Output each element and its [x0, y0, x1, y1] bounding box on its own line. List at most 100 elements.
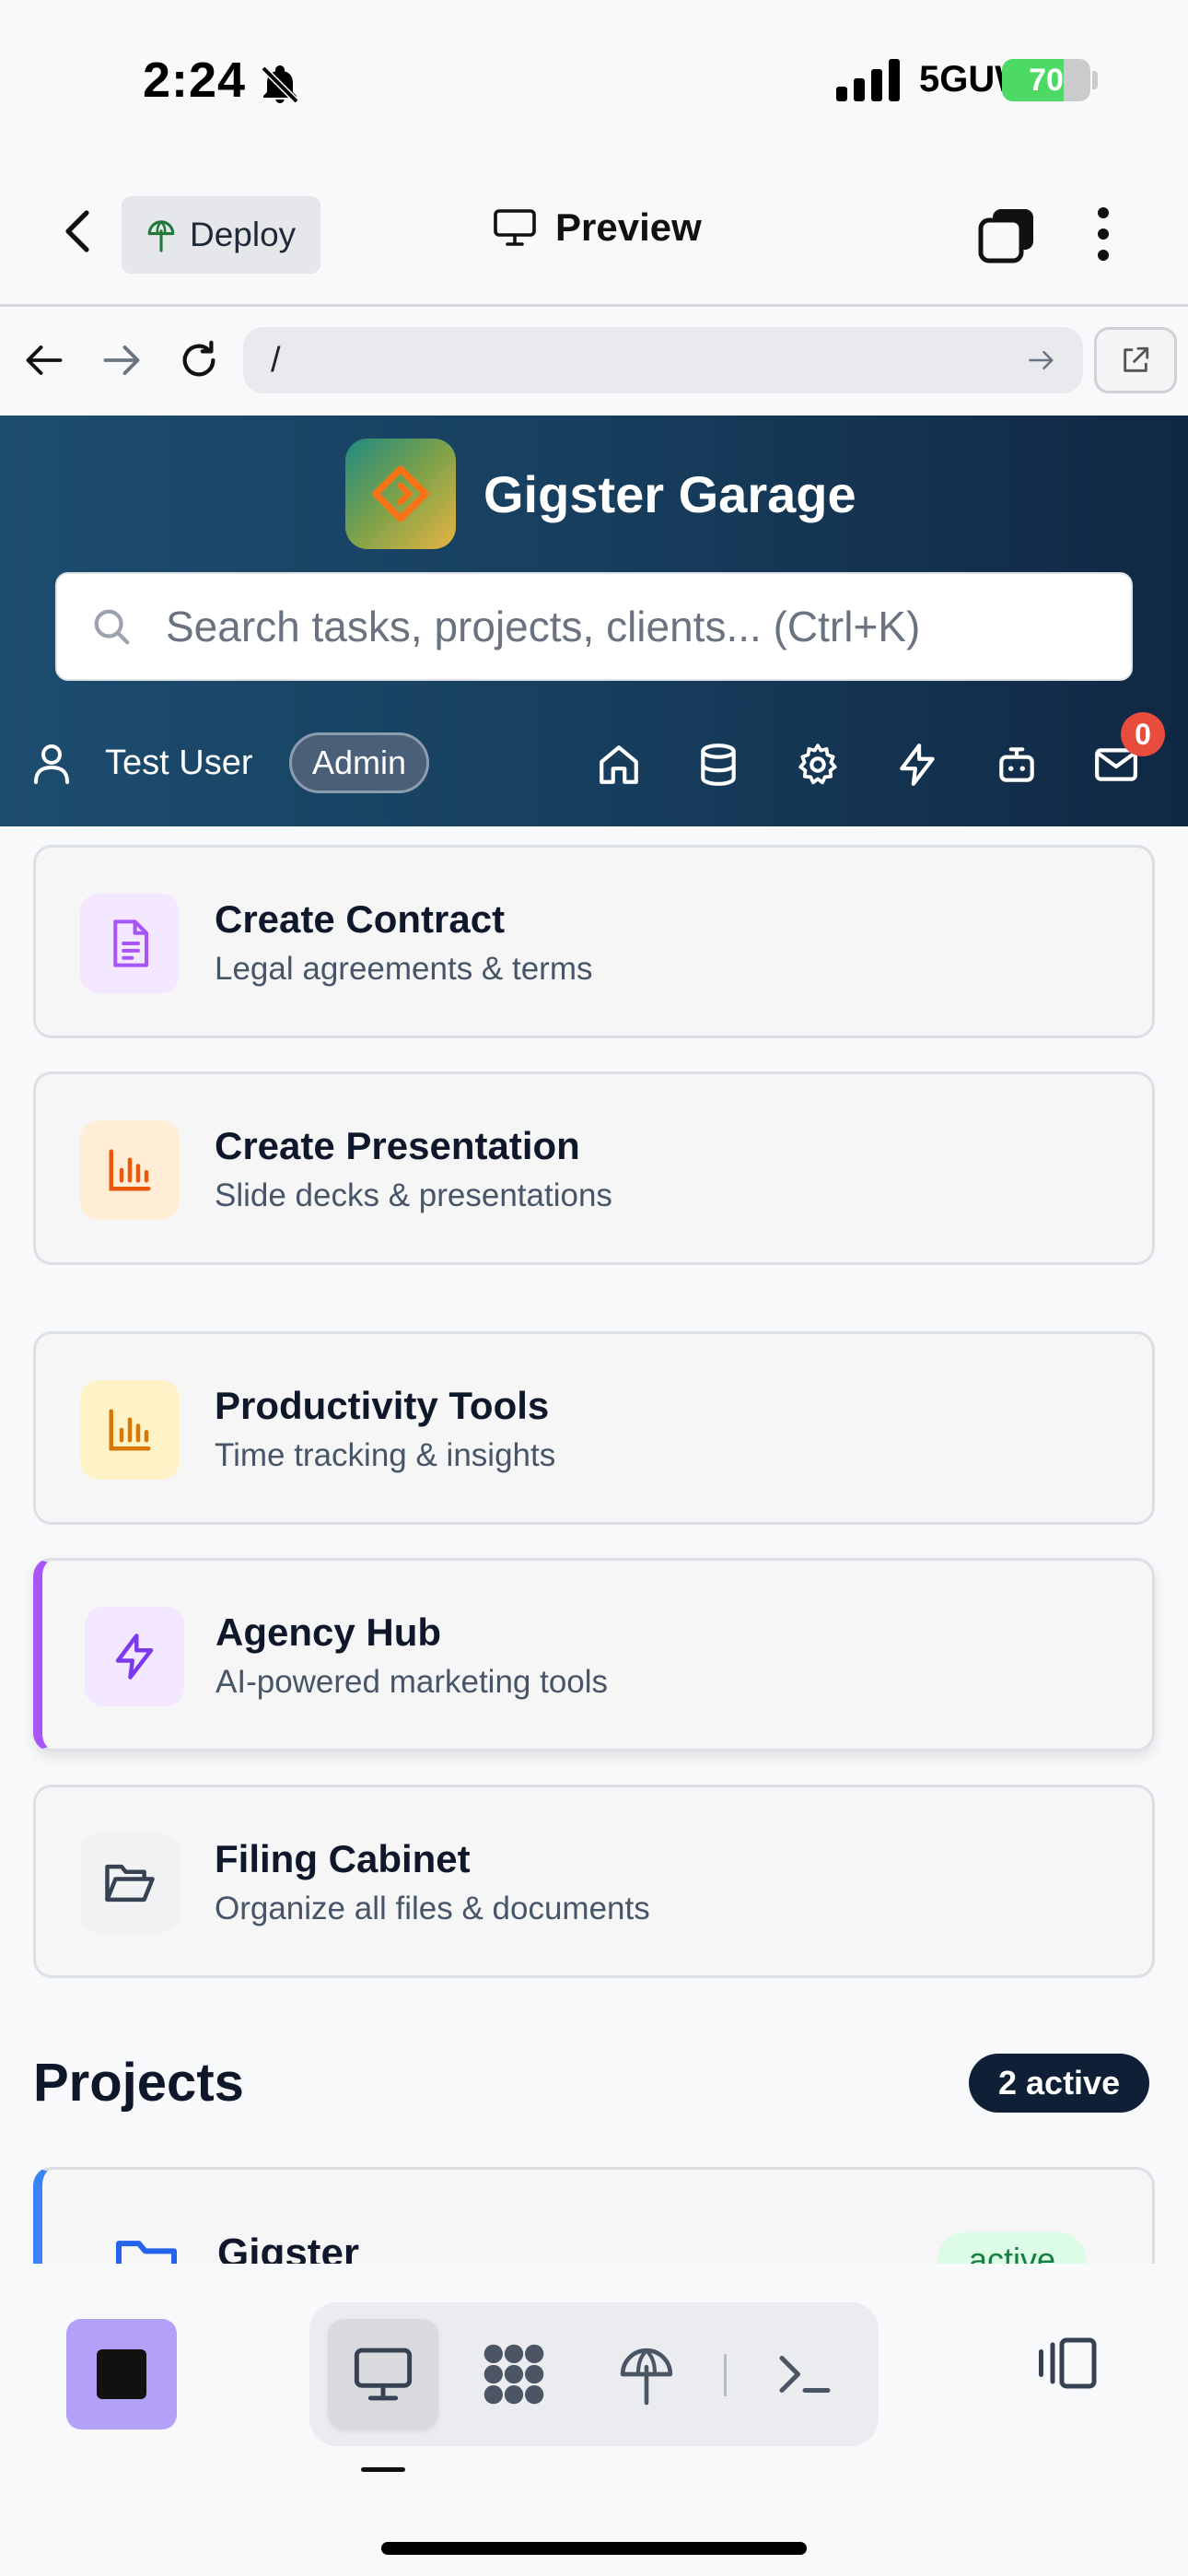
logo-diamond-icon [372, 465, 429, 522]
user-row: Test User Admin 0 [0, 712, 1188, 806]
brand[interactable]: Gigster Garage [345, 439, 856, 549]
project-card[interactable]: Gigster active [33, 2167, 1155, 2264]
user-icon [34, 744, 69, 784]
deploy-icon [620, 2348, 673, 2406]
panel-layout-icon [1039, 2337, 1097, 2389]
bottom-toolbar [0, 2264, 1188, 2576]
card-subtitle: Time tracking & insights [215, 1437, 556, 1473]
open-external-button[interactable] [1094, 327, 1177, 393]
ai-assistant-button[interactable] [992, 740, 1042, 790]
back-button[interactable] [53, 205, 105, 257]
go-arrow-icon[interactable] [1028, 348, 1055, 372]
top-bar: Deploy Preview [0, 161, 1188, 307]
robot-icon [999, 747, 1034, 782]
battery-cap [1092, 71, 1098, 89]
agent-tool-button[interactable] [459, 2319, 569, 2430]
agent-swirl-icon [483, 2344, 544, 2405]
reload-button[interactable] [171, 333, 227, 388]
home-indicator [381, 2542, 807, 2555]
create-presentation-card[interactable]: Create Presentation Slide decks & presen… [33, 1071, 1155, 1265]
card-icon-wrap [80, 1120, 180, 1220]
gear-icon [798, 744, 837, 785]
database-button[interactable] [693, 740, 743, 790]
app-name: Gigster Garage [483, 464, 856, 523]
card-icon-wrap [80, 894, 180, 993]
card-title: Productivity Tools [215, 1384, 550, 1427]
productivity-tools-card[interactable]: Productivity Tools Time tracking & insig… [33, 1331, 1155, 1525]
settings-button[interactable] [793, 740, 843, 790]
card-title: Filing Cabinet [215, 1837, 471, 1880]
filing-cabinet-card[interactable]: Filing Cabinet Organize all files & docu… [33, 1785, 1155, 1978]
project-name: Gigster [217, 2231, 360, 2264]
stop-button[interactable] [66, 2319, 177, 2430]
user-name: Test User [105, 744, 253, 782]
lightning-icon [115, 1633, 154, 1680]
database-icon [701, 744, 736, 786]
active-count-badge: 2 active [969, 2054, 1150, 2113]
terminal-icon [779, 2356, 831, 2393]
mail-count-badge: 0 [1121, 712, 1165, 756]
preview-title: Preview [555, 205, 702, 249]
chart-icon [109, 1409, 151, 1451]
role-badge: Admin [289, 732, 430, 793]
card-icon-wrap [80, 1380, 180, 1480]
card-subtitle: Legal agreements & terms [215, 951, 593, 987]
more-options-icon[interactable] [1083, 202, 1124, 266]
main-content: Create Contract Legal agreements & terms… [0, 826, 1188, 2264]
document-icon [113, 919, 149, 967]
search-input[interactable] [166, 602, 1087, 651]
signal-icon [836, 59, 900, 101]
view-switcher [309, 2302, 879, 2446]
status-bar: 2:24 5GUW 70 [0, 0, 1188, 161]
automation-button[interactable] [892, 740, 942, 790]
deploy-icon [147, 220, 175, 252]
panel-toggle-button[interactable] [1033, 2330, 1100, 2396]
browser-forward-button[interactable] [94, 333, 149, 388]
folder-icon [116, 2241, 177, 2264]
active-tool-indicator [361, 2467, 405, 2472]
toolbar-divider [724, 2354, 727, 2396]
projects-heading: Projects [33, 2053, 244, 2113]
deploy-button[interactable]: Deploy [122, 196, 320, 274]
card-subtitle: Organize all files & documents [215, 1891, 650, 1926]
bell-slash-icon [261, 65, 299, 104]
tabs-icon[interactable] [978, 207, 1035, 264]
card-title: Create Presentation [215, 1124, 580, 1167]
deploy-label: Deploy [190, 216, 297, 253]
browser-toolbar: / [0, 307, 1188, 416]
arrow-left-icon [26, 345, 63, 375]
browser-back-button[interactable] [17, 333, 72, 388]
search-bar[interactable] [55, 572, 1133, 681]
home-button[interactable] [594, 740, 644, 790]
status-time: 2:24 [143, 53, 247, 108]
reload-icon [182, 340, 215, 377]
home-icon [600, 745, 638, 784]
folder-open-icon [105, 1864, 155, 1903]
card-title: Create Contract [215, 897, 506, 941]
project-status-badge: active [938, 2232, 1088, 2264]
create-contract-card[interactable]: Create Contract Legal agreements & terms [33, 845, 1155, 1038]
battery-level: 70 [1029, 63, 1064, 98]
search-icon [94, 609, 130, 645]
stop-icon [97, 2349, 146, 2399]
card-icon-wrap [80, 1833, 180, 1933]
chart-icon [109, 1149, 151, 1191]
monitor-icon [494, 209, 536, 246]
url-value: / [271, 340, 281, 380]
arrow-right-icon [103, 345, 140, 375]
deploy-tool-button[interactable] [591, 2319, 702, 2430]
preview-tab[interactable]: Preview [493, 205, 702, 250]
preview-tool-button[interactable] [328, 2319, 438, 2430]
battery-icon: 70 [1002, 59, 1090, 101]
external-link-icon [1124, 346, 1149, 372]
card-subtitle: Slide decks & presentations [215, 1177, 612, 1213]
monitor-icon [354, 2348, 413, 2401]
card-icon-wrap [85, 1607, 184, 1706]
app-header: Gigster Garage Test User Admin [0, 416, 1188, 826]
app-logo [345, 439, 456, 549]
card-subtitle: AI-powered marketing tools [215, 1664, 609, 1700]
lightning-icon [900, 744, 935, 786]
shell-tool-button[interactable] [750, 2319, 860, 2430]
url-field[interactable]: / [243, 327, 1083, 393]
agency-hub-card[interactable]: Agency Hub AI-powered marketing tools [33, 1558, 1155, 1751]
